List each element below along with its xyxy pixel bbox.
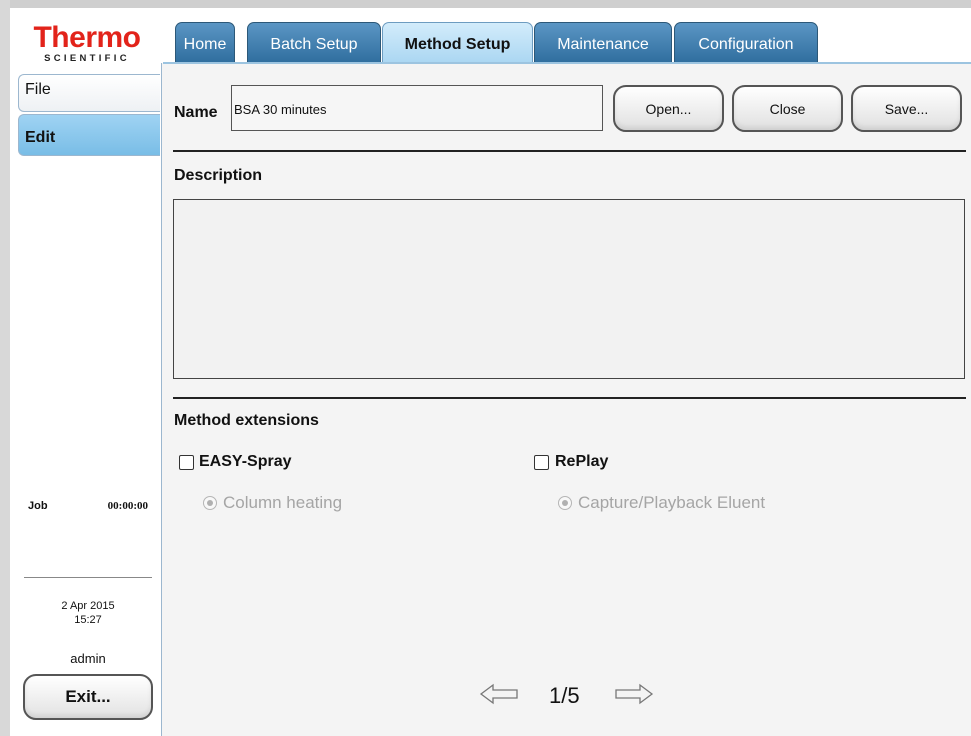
description-label: Description	[174, 167, 263, 184]
capture-playback-label: Capture/Playback Eluent	[578, 493, 766, 512]
date-text: 2 Apr 2015	[61, 600, 115, 612]
window-left-border	[0, 0, 10, 736]
method-extensions-label: Method extensions	[174, 412, 319, 429]
logo-subtitle: SCIENTIFIC	[44, 53, 130, 64]
logo-brand: Thermo	[33, 21, 141, 54]
column-heating-label: Column heating	[223, 493, 343, 512]
divider	[173, 397, 966, 399]
tab-configuration[interactable]: Configuration	[674, 22, 818, 63]
easy-spray-checkbox-icon[interactable]	[179, 455, 194, 470]
sidebar: File Edit	[16, 70, 161, 736]
job-time: 00:00:00	[107, 500, 148, 512]
column-heating-radio-icon	[203, 496, 217, 510]
sidebar-divider	[24, 577, 152, 578]
exit-button[interactable]: Exit...	[23, 674, 153, 720]
sidebar-item-file[interactable]: File	[18, 74, 160, 112]
arrow-left-icon[interactable]	[479, 682, 519, 706]
replay-label[interactable]: RePlay	[555, 453, 608, 471]
tab-batch-setup[interactable]: Batch Setup	[247, 22, 381, 63]
page-indicator: 1/5	[549, 683, 580, 708]
sidebar-item-edit[interactable]: Edit	[18, 114, 160, 156]
method-setup-panel	[161, 63, 971, 736]
save-button[interactable]: Save...	[851, 85, 962, 132]
window-top-border	[0, 0, 971, 8]
thermo-scientific-logo: Thermo SCIENTIFIC	[22, 21, 152, 65]
tab-method-setup[interactable]: Method Setup	[382, 22, 533, 64]
replay-checkbox-icon[interactable]	[534, 455, 549, 470]
job-label: Job	[28, 500, 48, 512]
tab-underline	[163, 62, 971, 64]
divider	[173, 150, 966, 152]
arrow-right-icon[interactable]	[614, 682, 654, 706]
tab-maintenance[interactable]: Maintenance	[534, 22, 672, 63]
description-textarea[interactable]	[173, 199, 965, 379]
name-label: Name	[174, 104, 218, 121]
time-text: 15:27	[74, 614, 102, 626]
open-button[interactable]: Open...	[613, 85, 724, 132]
current-user: admin	[70, 651, 106, 666]
datetime: 2 Apr 2015 15:27	[24, 599, 152, 627]
capture-playback-radio-icon	[558, 496, 572, 510]
tab-home[interactable]: Home	[175, 22, 235, 63]
close-button[interactable]: Close	[732, 85, 843, 132]
easy-spray-label[interactable]: EASY-Spray	[199, 453, 291, 471]
method-name-field[interactable]: BSA 30 minutes	[231, 85, 603, 131]
